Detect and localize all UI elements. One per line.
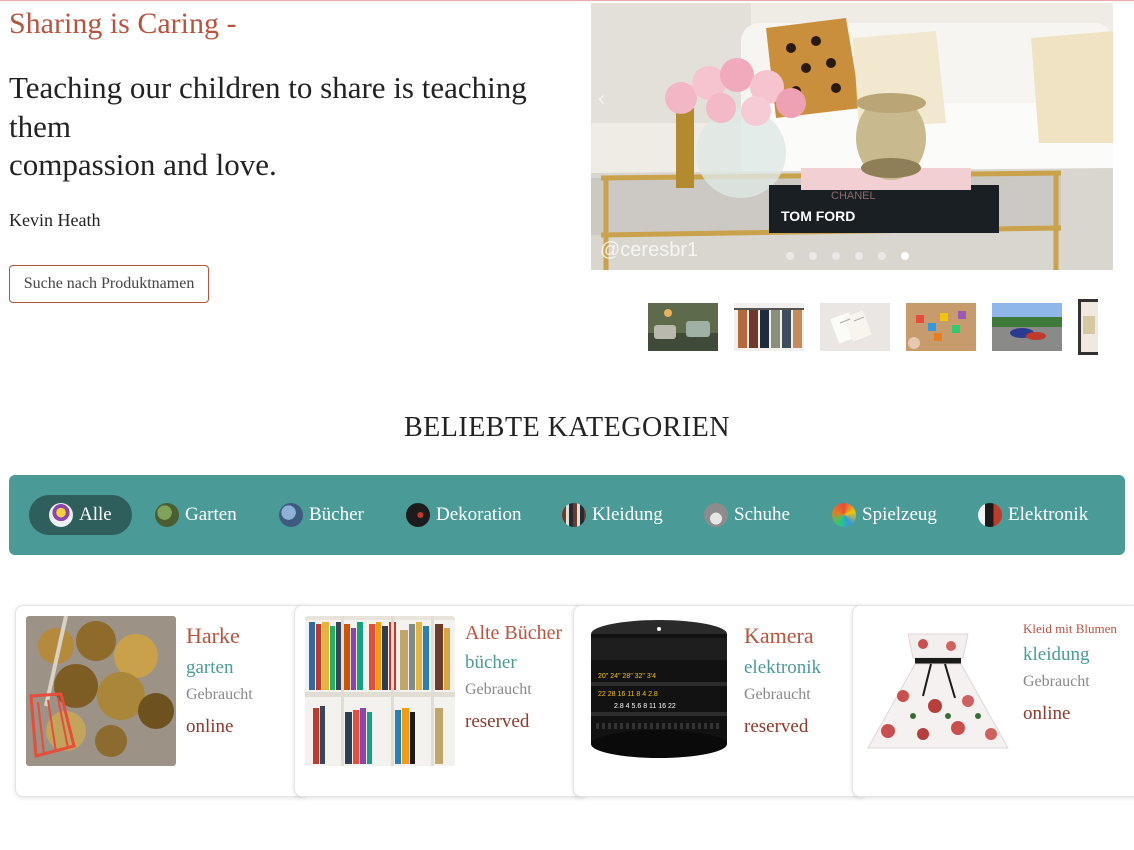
category-books[interactable]: Bücher xyxy=(279,495,364,535)
product-name: Alte Bücher xyxy=(465,622,563,644)
product-image-rake xyxy=(26,616,176,766)
category-label: Dekoration xyxy=(436,504,522,525)
category-shoes[interactable]: Schuhe xyxy=(704,495,790,535)
svg-text:TOM FORD: TOM FORD xyxy=(781,208,855,224)
categories-title: BELIEBTE KATEGORIEN xyxy=(403,412,730,443)
carousel-dot[interactable] xyxy=(832,252,840,260)
carousel-indicators xyxy=(786,252,909,260)
hero-carousel[interactable]: CHANEL TOM FORD xyxy=(591,3,1113,270)
category-label: Kleidung xyxy=(592,504,663,525)
product-image-books xyxy=(305,616,455,766)
product-card-flower-dress[interactable]: Kleid mit Blumen kleidung Gebraucht onli… xyxy=(852,605,1134,797)
product-category: garten xyxy=(186,657,234,678)
product-name: Kleid mit Blumen xyxy=(1023,621,1117,636)
product-image-camera-lens: 20" 24" 28" 32" 3'4 22 28 16 11 8 4 2.8 … xyxy=(584,616,734,766)
svg-text:22 28 16 11 8 4 2.8: 22 28 16 11 8 4 2.8 xyxy=(598,691,658,698)
all-icon xyxy=(49,503,73,527)
product-name: Harke xyxy=(186,623,240,648)
hero-quote: Teaching our children to share is teachi… xyxy=(9,69,569,185)
hero-author: Kevin Heath xyxy=(9,210,101,230)
clothing-icon xyxy=(562,503,586,527)
category-garden[interactable]: Garten xyxy=(155,495,237,535)
hero-title: Sharing is Caring - xyxy=(9,7,237,40)
carousel-dot[interactable] xyxy=(809,252,817,260)
garden-icon xyxy=(155,503,179,527)
product-name: Kamera xyxy=(744,623,814,648)
carousel-dot[interactable] xyxy=(786,252,794,260)
category-label: Spielzeug xyxy=(862,504,937,525)
category-label: Garten xyxy=(185,504,237,525)
product-category: bücher xyxy=(465,652,517,673)
product-card-camera[interactable]: 20" 24" 28" 32" 3'4 22 28 16 11 8 4 2.8 … xyxy=(573,605,867,797)
svg-text:CHANEL: CHANEL xyxy=(831,190,876,202)
product-category: kleidung xyxy=(1023,644,1090,665)
category-clothing[interactable]: Kleidung xyxy=(562,495,663,535)
category-label: Alle xyxy=(79,504,112,525)
product-condition: Gebraucht xyxy=(186,686,253,703)
carousel-thumbnails xyxy=(648,299,1098,355)
product-card-old-books[interactable]: Alte Bücher bücher Gebraucht reserved xyxy=(294,605,588,797)
carousel-prev-arrow[interactable]: ‹ xyxy=(597,87,606,112)
thumbnail-sneakers-on-path[interactable] xyxy=(992,303,1062,351)
category-label: Elektronik xyxy=(1008,504,1089,525)
carousel-dot-active[interactable] xyxy=(901,252,909,260)
product-image-dress xyxy=(863,616,1013,766)
toys-icon xyxy=(832,503,856,527)
product-condition: Gebraucht xyxy=(744,686,811,703)
thumbnail-open-book[interactable] xyxy=(820,303,890,351)
product-status: reserved xyxy=(465,711,530,732)
thumbnail-patio-chairs[interactable] xyxy=(648,303,718,351)
category-electronics[interactable]: Elektronik xyxy=(978,495,1088,535)
carousel-dot[interactable] xyxy=(855,252,863,260)
svg-text:2.8 4 5.6 8 11 16 22: 2.8 4 5.6 8 11 16 22 xyxy=(614,703,676,710)
thumbnail-living-room-active[interactable] xyxy=(1078,299,1098,355)
category-decoration[interactable]: Dekoration xyxy=(406,495,521,535)
category-label: Schuhe xyxy=(734,504,790,525)
category-toys[interactable]: Spielzeug xyxy=(832,495,937,535)
product-condition: Gebraucht xyxy=(465,681,532,698)
search-by-product-button[interactable]: Suche nach Produktnamen xyxy=(9,265,209,303)
product-status: online xyxy=(186,716,234,737)
electronics-icon xyxy=(978,503,1002,527)
decoration-icon xyxy=(406,503,430,527)
category-label: Bücher xyxy=(309,504,364,525)
shoes-icon xyxy=(704,503,728,527)
category-all[interactable]: Alle xyxy=(29,495,132,535)
category-bar: Alle Garten Bücher Dekoration Kleidung S… xyxy=(9,475,1125,555)
hero-quote-line1: Teaching our children to share is teachi… xyxy=(9,70,527,144)
carousel-dot[interactable] xyxy=(878,252,886,260)
product-status: online xyxy=(1023,703,1071,724)
carousel-watermark: @ceresbr1 xyxy=(600,239,699,261)
product-condition: Gebraucht xyxy=(1023,673,1090,690)
product-status: reserved xyxy=(744,716,809,737)
product-category: elektronik xyxy=(744,657,822,678)
books-icon xyxy=(279,503,303,527)
product-card-rake[interactable]: Harke garten Gebraucht online xyxy=(15,605,309,797)
thumbnail-toy-blocks[interactable] xyxy=(906,303,976,351)
thumbnail-clothing-rack[interactable] xyxy=(734,303,804,351)
hero-quote-line2: compassion and love. xyxy=(9,147,277,182)
svg-text:20" 24" 28" 32" 3'4: 20" 24" 28" 32" 3'4 xyxy=(598,673,656,680)
carousel-slide-image: CHANEL TOM FORD xyxy=(591,3,1113,270)
